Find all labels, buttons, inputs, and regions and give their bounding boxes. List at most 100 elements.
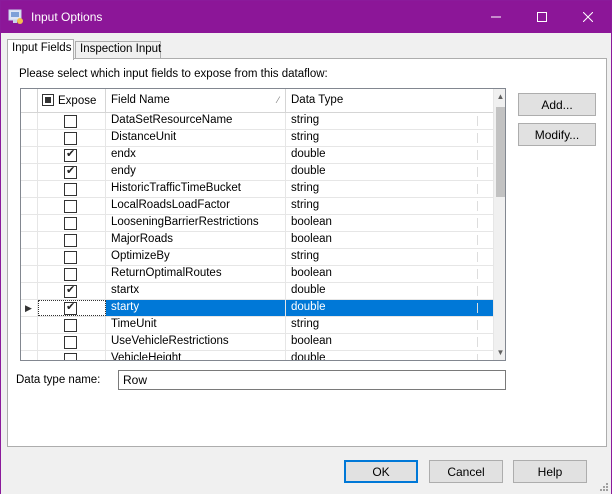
data-type-cell[interactable]: string — [286, 181, 493, 197]
scrollbar-thumb[interactable] — [496, 107, 505, 197]
data-type-name-input[interactable]: Row — [118, 370, 506, 390]
data-type-dropdown-icon[interactable] — [477, 269, 491, 279]
field-name-cell[interactable]: OptimizeBy — [106, 249, 286, 265]
tab-inspection-input[interactable]: Inspection Input — [75, 41, 161, 59]
data-type-dropdown-icon[interactable] — [477, 337, 491, 347]
expose-checkbox[interactable]: ✔ — [64, 319, 77, 332]
expose-cell[interactable]: ✔ — [38, 249, 106, 265]
expose-checkbox[interactable]: ✔ — [64, 268, 77, 281]
expose-checkbox[interactable]: ✔ — [64, 217, 77, 230]
field-name-cell[interactable]: DataSetResourceName — [106, 113, 286, 129]
grid-vertical-scrollbar[interactable]: ▲ ▼ — [493, 89, 505, 360]
table-row[interactable]: ▶ ✔ ReturnOptimalRoutes boolean — [21, 266, 493, 283]
table-row[interactable]: ▶ ✔ LooseningBarrierRestrictions boolean — [21, 215, 493, 232]
row-header[interactable]: ▶ — [21, 249, 38, 265]
data-type-dropdown-icon[interactable] — [477, 116, 491, 126]
field-name-cell[interactable]: endx — [106, 147, 286, 163]
expose-cell[interactable]: ✔ — [38, 232, 106, 248]
expose-checkbox[interactable]: ✔ — [64, 200, 77, 213]
row-header[interactable]: ▶ — [21, 147, 38, 163]
expose-checkbox[interactable]: ✔ — [64, 301, 77, 315]
row-header[interactable]: ▶ — [21, 181, 38, 197]
expose-checkbox[interactable]: ✔ — [64, 251, 77, 264]
expose-checkbox[interactable]: ✔ — [64, 165, 77, 179]
table-row[interactable]: ▶ ✔ DataSetResourceName string — [21, 113, 493, 130]
column-header-data-type[interactable]: Data Type — [286, 89, 493, 113]
expose-cell[interactable]: ✔ — [38, 164, 106, 180]
data-type-cell[interactable]: double — [286, 351, 493, 360]
column-header-field-name[interactable]: Field Name ⁄ — [106, 89, 286, 113]
table-row[interactable]: ▶ ✔ starty double — [21, 300, 493, 317]
data-type-dropdown-icon[interactable] — [477, 133, 491, 143]
field-name-cell[interactable]: TimeUnit — [106, 317, 286, 333]
help-button[interactable]: Help — [513, 460, 587, 483]
cancel-button[interactable]: Cancel — [429, 460, 503, 483]
data-type-cell[interactable]: boolean — [286, 215, 493, 231]
expose-cell[interactable]: ✔ — [38, 334, 106, 350]
table-row[interactable]: ▶ ✔ endy double — [21, 164, 493, 181]
row-header[interactable]: ▶ — [21, 232, 38, 248]
expose-cell[interactable]: ✔ — [38, 266, 106, 282]
data-type-cell[interactable]: double — [286, 164, 493, 180]
table-row[interactable]: ▶ ✔ OptimizeBy string — [21, 249, 493, 266]
expose-cell[interactable]: ✔ — [38, 283, 106, 299]
row-header[interactable]: ▶ — [21, 130, 38, 146]
data-type-dropdown-icon[interactable] — [477, 252, 491, 262]
expose-cell[interactable]: ✔ — [38, 147, 106, 163]
expose-cell[interactable]: ✔ — [38, 181, 106, 197]
row-header[interactable]: ▶ — [21, 113, 38, 129]
table-row[interactable]: ▶ ✔ endx double — [21, 147, 493, 164]
data-type-cell[interactable]: boolean — [286, 334, 493, 350]
data-type-cell[interactable]: string — [286, 130, 493, 146]
table-row[interactable]: ▶ ✔ LocalRoadsLoadFactor string — [21, 198, 493, 215]
field-name-cell[interactable]: startx — [106, 283, 286, 299]
add-button[interactable]: Add... — [518, 93, 596, 116]
data-type-dropdown-icon[interactable] — [477, 235, 491, 245]
expose-cell[interactable]: ✔ — [38, 130, 106, 146]
expose-checkbox[interactable]: ✔ — [64, 148, 77, 162]
row-header[interactable]: ▶ — [21, 317, 38, 333]
select-all-checkbox[interactable] — [42, 94, 54, 106]
maximize-button[interactable] — [519, 1, 565, 33]
field-name-cell[interactable]: VehicleHeight — [106, 351, 286, 360]
table-row[interactable]: ▶ ✔ UseVehicleRestrictions boolean — [21, 334, 493, 351]
data-type-cell[interactable]: string — [286, 113, 493, 129]
ok-button[interactable]: OK — [344, 460, 418, 483]
expose-cell[interactable]: ✔ — [38, 198, 106, 214]
data-type-cell[interactable]: string — [286, 198, 493, 214]
minimize-button[interactable] — [473, 1, 519, 33]
close-button[interactable] — [565, 1, 611, 33]
row-header[interactable]: ▶ — [21, 266, 38, 282]
expose-checkbox[interactable]: ✔ — [64, 115, 77, 128]
expose-cell[interactable]: ✔ — [38, 317, 106, 333]
field-name-cell[interactable]: LooseningBarrierRestrictions — [106, 215, 286, 231]
expose-cell[interactable]: ✔ — [38, 351, 106, 360]
table-row[interactable]: ▶ ✔ HistoricTrafficTimeBucket string — [21, 181, 493, 198]
row-header[interactable]: ▶ — [21, 283, 38, 299]
expose-cell[interactable]: ✔ — [38, 215, 106, 231]
data-type-dropdown-icon[interactable] — [477, 354, 491, 360]
title-bar[interactable]: Input Options — [1, 1, 611, 33]
data-type-dropdown-icon[interactable] — [477, 286, 491, 296]
row-header[interactable]: ▶ — [21, 300, 38, 316]
row-header[interactable]: ▶ — [21, 334, 38, 350]
scroll-down-arrow-icon[interactable]: ▼ — [494, 345, 505, 360]
expose-cell[interactable]: ✔ — [38, 300, 106, 316]
resize-grip-icon[interactable] — [598, 480, 608, 491]
row-header[interactable]: ▶ — [21, 351, 38, 360]
field-name-cell[interactable]: endy — [106, 164, 286, 180]
table-row[interactable]: ▶ ✔ DistanceUnit string — [21, 130, 493, 147]
data-type-dropdown-icon[interactable] — [477, 150, 491, 160]
table-row[interactable]: ▶ ✔ TimeUnit string — [21, 317, 493, 334]
data-type-cell[interactable]: double — [286, 147, 493, 163]
expose-checkbox[interactable]: ✔ — [64, 284, 77, 298]
expose-checkbox[interactable]: ✔ — [64, 353, 77, 360]
data-type-cell[interactable]: boolean — [286, 232, 493, 248]
field-name-cell[interactable]: DistanceUnit — [106, 130, 286, 146]
data-type-cell[interactable]: string — [286, 317, 493, 333]
column-header-expose[interactable]: Expose — [38, 89, 106, 113]
data-type-cell[interactable]: string — [286, 249, 493, 265]
table-row[interactable]: ▶ ✔ MajorRoads boolean — [21, 232, 493, 249]
expose-cell[interactable]: ✔ — [38, 113, 106, 129]
data-type-cell[interactable]: boolean — [286, 266, 493, 282]
